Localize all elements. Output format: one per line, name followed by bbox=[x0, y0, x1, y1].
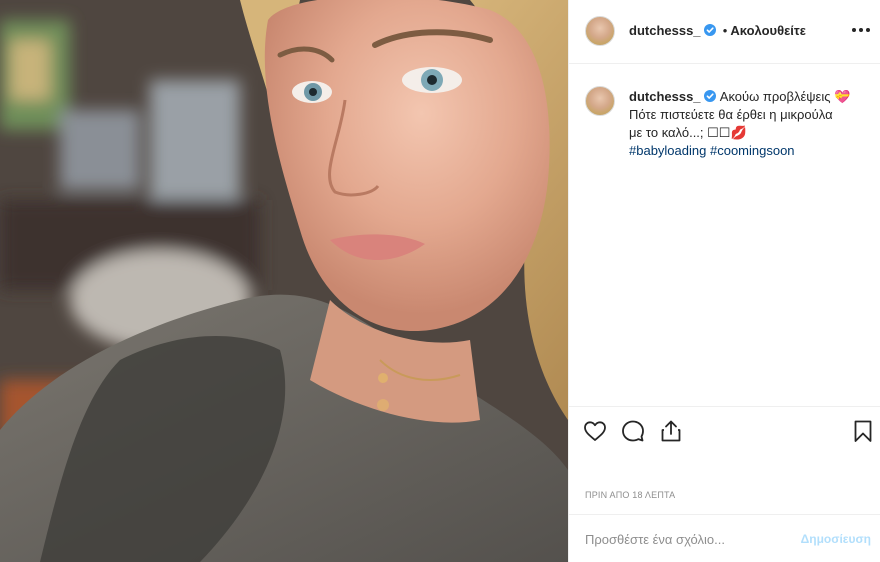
post-photo[interactable] bbox=[0, 0, 568, 562]
caption-line-1: dutchesss_ Ακούω προβλέψεις 💝 bbox=[629, 88, 869, 106]
caption-avatar[interactable] bbox=[585, 86, 615, 116]
post-comment-button[interactable]: Δημοσίευση bbox=[801, 532, 871, 546]
caption-username[interactable]: dutchesss_ bbox=[629, 89, 701, 104]
header-user-info: dutchesss_ • Ακολουθείτε bbox=[629, 23, 806, 38]
caption-text-line-1: Ακούω προβλέψεις 💝 bbox=[719, 89, 851, 104]
caption-text: dutchesss_ Ακούω προβλέψεις 💝 Πότε πιστε… bbox=[629, 88, 869, 160]
following-button[interactable]: Ακολουθείτε bbox=[730, 23, 806, 38]
more-options-icon[interactable] bbox=[851, 22, 871, 38]
caption-hashtags: #babyloading #coomingsoon bbox=[629, 142, 869, 160]
verified-badge-icon bbox=[704, 24, 717, 36]
post-header: dutchesss_ • Ακολουθείτε bbox=[569, 0, 880, 64]
post-timestamp[interactable]: ΠΡΙΝ ΑΠΟ 18 ΛΕΠΤΑ bbox=[585, 490, 675, 500]
verified-badge-icon bbox=[704, 90, 717, 102]
post-detail-panel: dutchesss_ • Ακολουθείτε dutchesss_ Ακούω… bbox=[568, 0, 880, 562]
heart-icon[interactable] bbox=[583, 419, 607, 443]
bookmark-icon[interactable] bbox=[851, 419, 875, 443]
share-icon[interactable] bbox=[659, 419, 683, 443]
comment-box: Δημοσίευση bbox=[569, 514, 880, 562]
hashtag-link[interactable]: #coomingsoon bbox=[710, 143, 795, 158]
comment-input[interactable] bbox=[585, 529, 785, 549]
post-actions-bar bbox=[569, 406, 880, 452]
caption-text-line-2: Πότε πιστεύετε θα έρθει η μικρούλα bbox=[629, 107, 833, 122]
hashtag-link[interactable]: #babyloading bbox=[629, 143, 706, 158]
comment-icon[interactable] bbox=[621, 419, 645, 443]
selfie-photo-illustration bbox=[0, 0, 568, 562]
header-username[interactable]: dutchesss_ bbox=[629, 23, 701, 38]
separator-dot: • bbox=[722, 23, 728, 38]
avatar[interactable] bbox=[585, 16, 615, 46]
caption-text-line-3: με το καλό...; ☐☐💋 bbox=[629, 125, 747, 140]
